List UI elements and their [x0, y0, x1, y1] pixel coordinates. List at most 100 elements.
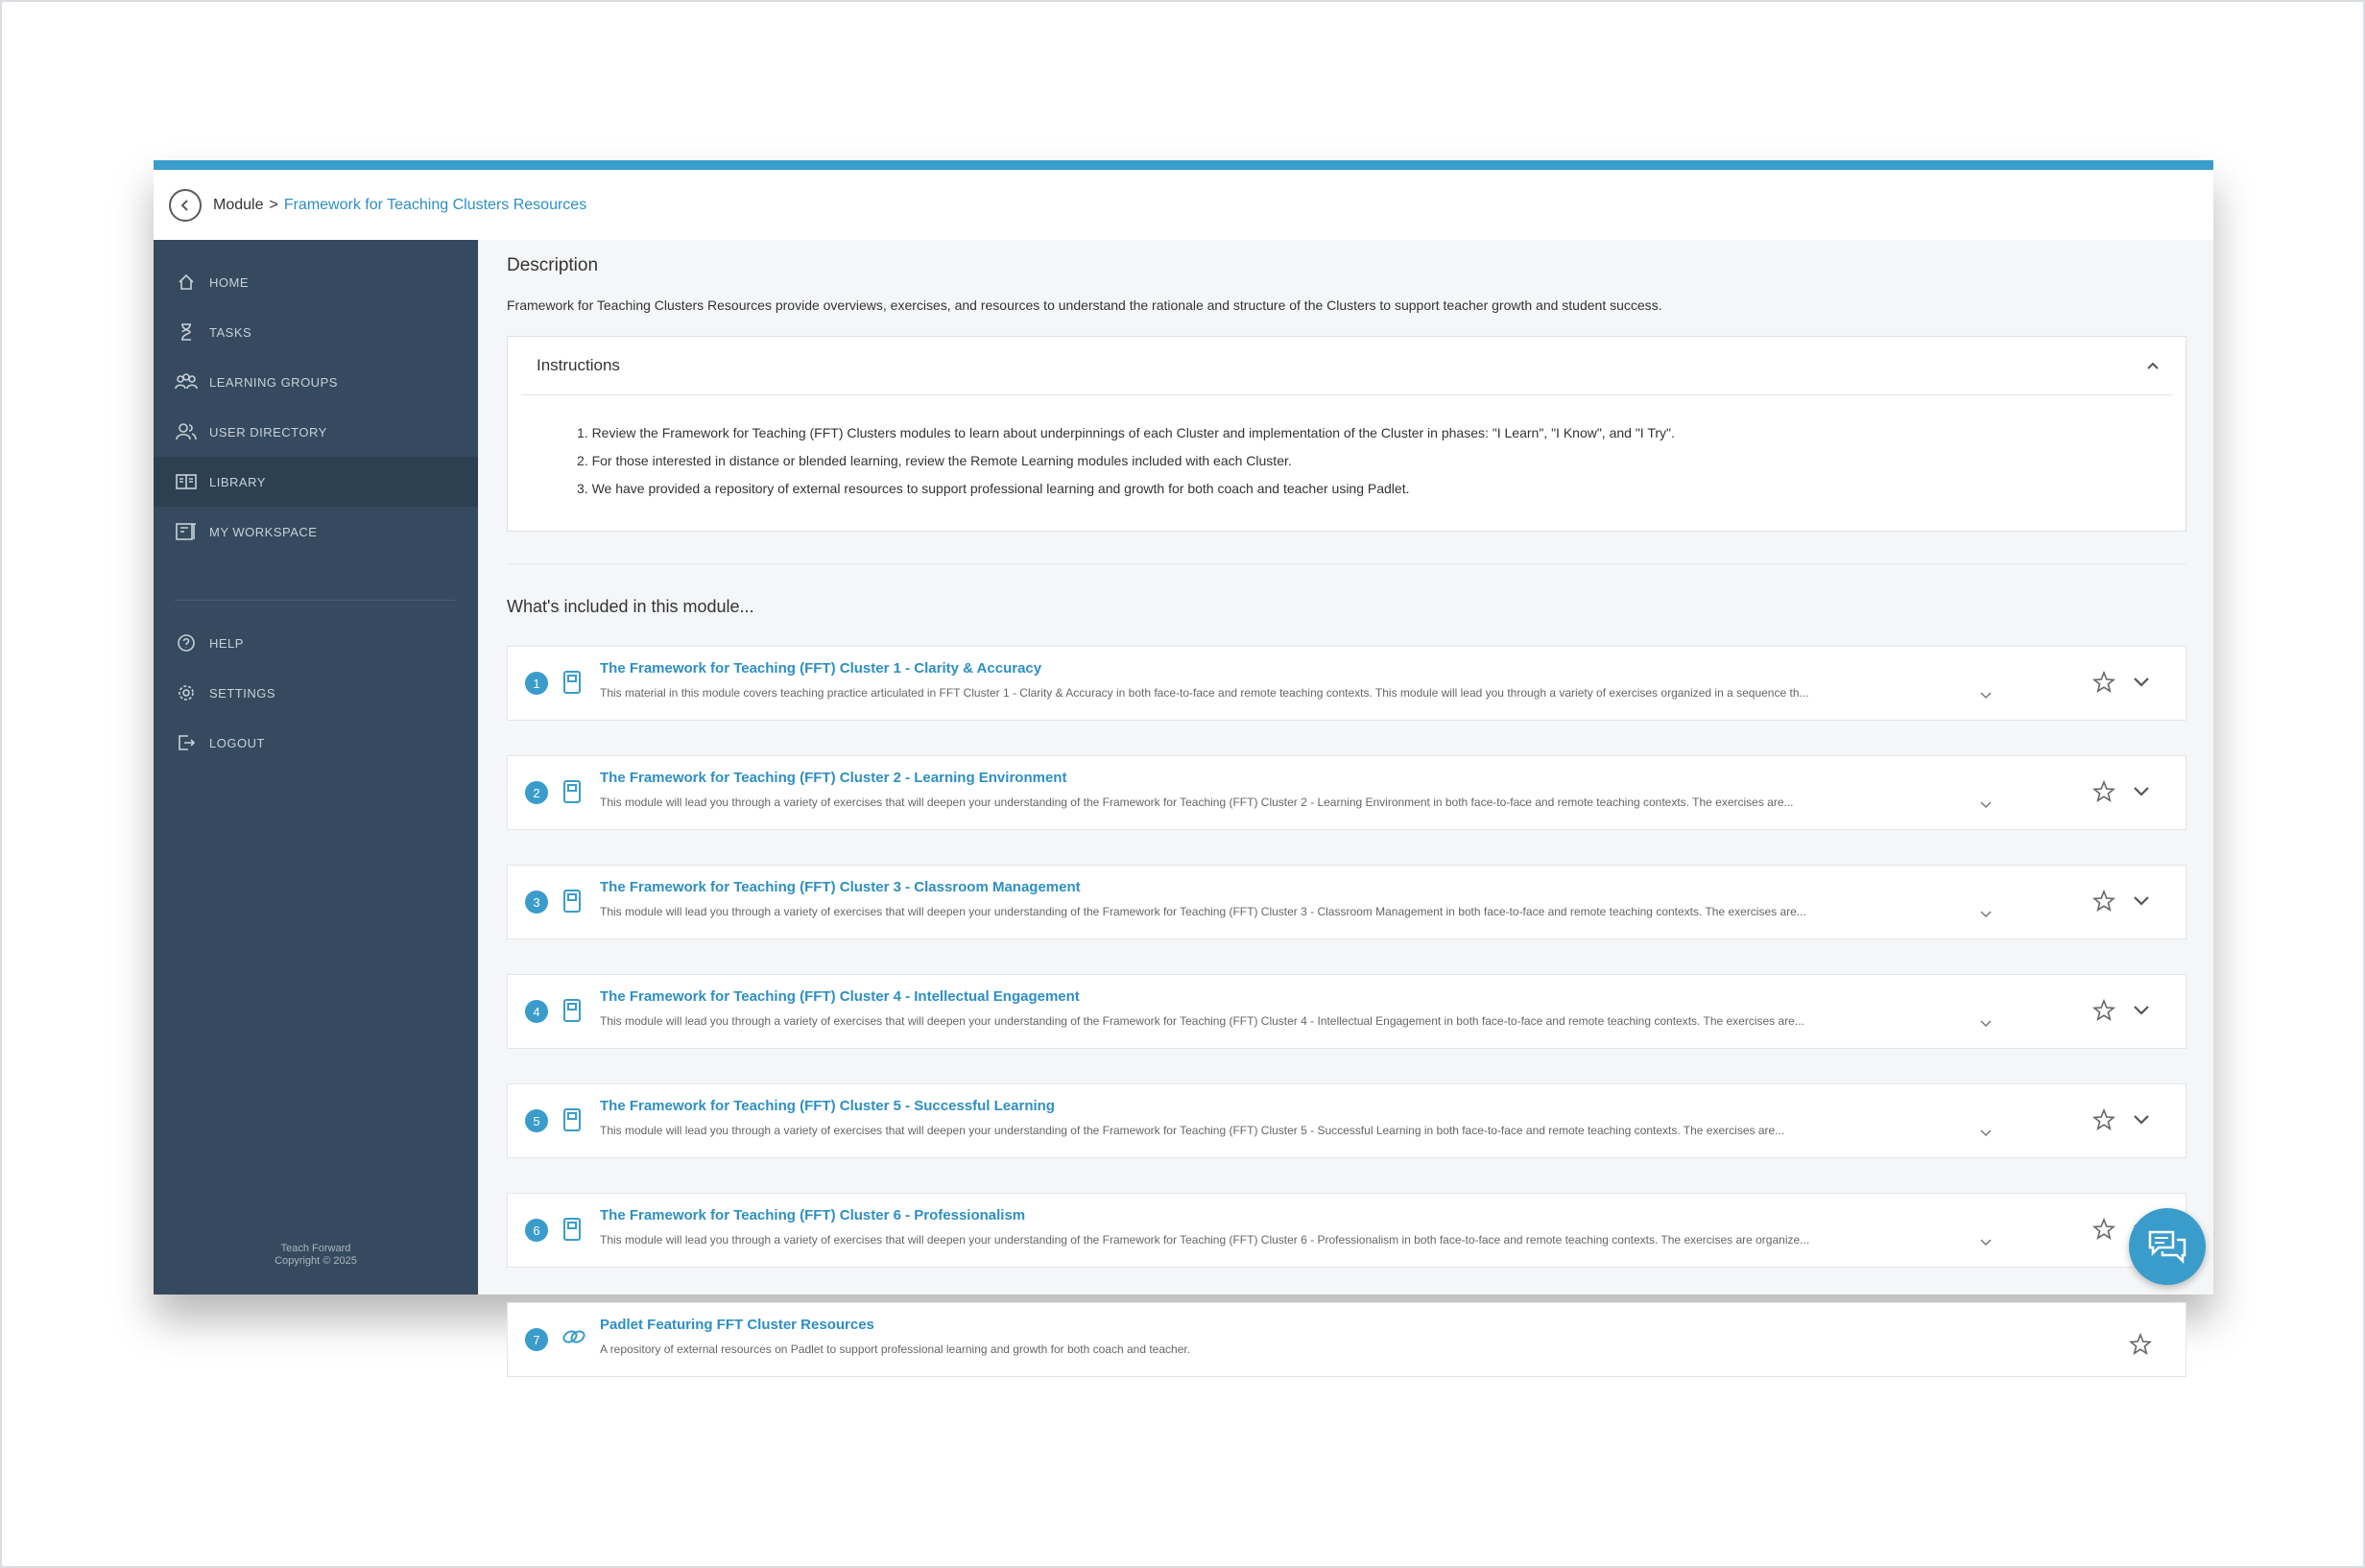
- chevron-down-icon[interactable]: [2130, 889, 2153, 912]
- module-number-badge: 6: [525, 1219, 548, 1242]
- show-more-chevron-icon[interactable]: [1978, 1015, 1994, 1031]
- screenshot-frame: Module > Framework for Teaching Clusters…: [0, 0, 2365, 1568]
- main-content: Description Framework for Teaching Clust…: [478, 240, 2213, 1377]
- breadcrumb-root[interactable]: Module: [213, 197, 263, 214]
- sidebar-item-logout[interactable]: LOGOUT: [154, 718, 478, 768]
- module-title-link[interactable]: The Framework for Teaching (FFT) Cluster…: [600, 660, 1041, 677]
- module-description: This module will lead you through a vari…: [600, 796, 1794, 809]
- show-more-chevron-icon[interactable]: [1978, 1234, 1994, 1249]
- sidebar-item-label: HELP: [209, 635, 244, 651]
- sidebar-item-my-workspace[interactable]: MY WORKSPACE: [154, 507, 478, 557]
- included-title: What's included in this module...: [507, 597, 754, 616]
- show-more-chevron-icon[interactable]: [1978, 906, 1994, 921]
- module-title-link[interactable]: Padlet Featuring FFT Cluster Resources: [600, 1317, 874, 1333]
- star-icon[interactable]: [2091, 998, 2116, 1023]
- section-divider: [507, 563, 2186, 564]
- star-icon[interactable]: [2091, 779, 2116, 804]
- instruction-item: 1. Review the Framework for Teaching (FF…: [577, 425, 1675, 440]
- sidebar-item-label: SETTINGS: [209, 685, 276, 701]
- module-title-link[interactable]: The Framework for Teaching (FFT) Cluster…: [600, 770, 1066, 786]
- module-title-link[interactable]: The Framework for Teaching (FFT) Cluster…: [600, 879, 1081, 895]
- users-icon: [175, 420, 198, 443]
- module-number-badge: 4: [525, 1000, 548, 1023]
- sidebar-item-label: USER DIRECTORY: [209, 424, 327, 440]
- module-description: This module will lead you through a vari…: [600, 1233, 1810, 1247]
- star-icon[interactable]: [2091, 1107, 2116, 1132]
- instructions-panel: Instructions 1. Review the Framework for…: [507, 336, 2186, 532]
- sidebar-footer: Teach Forward Copyright © 2025: [154, 1243, 478, 1268]
- module-number-badge: 3: [525, 891, 548, 914]
- module-card[interactable]: 1 The Framework for Teaching (FFT) Cluste…: [507, 646, 2186, 721]
- book-icon: [561, 670, 583, 695]
- book-icon: [561, 1107, 583, 1132]
- module-title-link[interactable]: The Framework for Teaching (FFT) Cluster…: [600, 1207, 1025, 1224]
- module-number-badge: 2: [525, 781, 548, 804]
- star-icon[interactable]: [2128, 1332, 2153, 1357]
- sidebar-divider: [175, 600, 455, 601]
- module-number-badge: 7: [525, 1328, 548, 1351]
- show-more-chevron-icon[interactable]: [1978, 796, 1994, 812]
- chevron-down-icon[interactable]: [2130, 779, 2153, 802]
- chat-button[interactable]: [2129, 1208, 2206, 1285]
- footer-brand: Teach Forward: [280, 1243, 351, 1254]
- star-icon[interactable]: [2091, 670, 2116, 695]
- description-text: Framework for Teaching Clusters Resource…: [507, 297, 1662, 313]
- breadcrumb-current: Framework for Teaching Clusters Resource…: [283, 196, 587, 213]
- chevron-down-icon[interactable]: [2130, 1107, 2153, 1130]
- module-title-link[interactable]: The Framework for Teaching (FFT) Cluster…: [600, 988, 1080, 1005]
- sidebar-item-learning-groups[interactable]: LEARNING GROUPS: [154, 357, 478, 407]
- sidebar-item-settings[interactable]: SETTINGS: [154, 668, 478, 718]
- module-card[interactable]: 4 The Framework for Teaching (FFT) Cluste…: [507, 974, 2186, 1049]
- sidebar-item-help[interactable]: HELP: [154, 618, 478, 668]
- workspace-icon: [175, 520, 198, 543]
- instructions-divider: [521, 394, 2172, 395]
- instructions-title: Instructions: [537, 356, 620, 374]
- star-icon[interactable]: [2091, 889, 2116, 914]
- star-icon[interactable]: [2091, 1217, 2116, 1242]
- sidebar-item-label: LIBRARY: [209, 474, 266, 489]
- link-icon: [561, 1326, 585, 1351]
- module-card[interactable]: 5 The Framework for Teaching (FFT) Cluste…: [507, 1083, 2186, 1158]
- module-card[interactable]: 3 The Framework for Teaching (FFT) Cluste…: [507, 865, 2186, 939]
- module-number-badge: 5: [525, 1109, 548, 1132]
- sidebar-item-user-directory[interactable]: USER DIRECTORY: [154, 407, 478, 457]
- book-icon: [561, 779, 583, 804]
- sidebar-item-label: LOGOUT: [209, 735, 265, 750]
- module-description: This module will lead you through a vari…: [600, 1124, 1785, 1137]
- sidebar-item-tasks[interactable]: TASKS: [154, 307, 478, 357]
- breadcrumb: Module > Framework for Teaching Clusters…: [154, 170, 2213, 240]
- show-more-chevron-icon[interactable]: [1978, 687, 1994, 702]
- help-icon: [175, 631, 198, 654]
- module-card[interactable]: 7 Padlet Featuring FFT Cluster Resources A…: [507, 1302, 2186, 1377]
- app-window: Module > Framework for Teaching Clusters…: [154, 160, 2213, 1377]
- chevron-down-icon[interactable]: [2130, 670, 2153, 693]
- sidebar-item-label: TASKS: [209, 324, 252, 340]
- sidebar-item-label: LEARNING GROUPS: [209, 374, 338, 390]
- instructions-list: 1. Review the Framework for Teaching (FF…: [577, 419, 1675, 503]
- sidebar-item-home[interactable]: HOME: [154, 257, 478, 307]
- sidebar-item-label: HOME: [209, 274, 249, 290]
- back-button[interactable]: [169, 188, 202, 222]
- module-description: This module will lead you through a vari…: [600, 905, 1806, 918]
- show-more-chevron-icon[interactable]: [1978, 1125, 1994, 1140]
- module-description: This module will lead you through a vari…: [600, 1014, 1804, 1028]
- module-title-link[interactable]: The Framework for Teaching (FFT) Cluster…: [600, 1098, 1055, 1114]
- sidebar-item-label: MY WORKSPACE: [209, 524, 318, 539]
- book-icon: [561, 889, 583, 914]
- home-icon: [175, 271, 198, 294]
- book-icon: [561, 998, 583, 1023]
- instruction-item: 3. We have provided a repository of exte…: [577, 481, 1410, 496]
- chat-icon: [2148, 1230, 2186, 1265]
- instructions-header[interactable]: Instructions: [508, 337, 2186, 394]
- logout-icon: [175, 731, 198, 754]
- module-card[interactable]: 2 The Framework for Teaching (FFT) Cluste…: [507, 755, 2186, 830]
- chevron-up-icon[interactable]: [2141, 354, 2164, 377]
- sidebar: HOME TASKS LEARNING GROUPS USER DIRECTOR…: [154, 240, 478, 1295]
- description-title: Description: [507, 255, 599, 275]
- instruction-item: 2. For those interested in distance or b…: [577, 453, 1292, 468]
- module-number-badge: 1: [525, 672, 548, 695]
- module-card[interactable]: 6 The Framework for Teaching (FFT) Cluste…: [507, 1193, 2186, 1268]
- group-icon: [175, 370, 198, 393]
- chevron-down-icon[interactable]: [2130, 998, 2153, 1021]
- sidebar-item-library[interactable]: LIBRARY: [154, 457, 478, 507]
